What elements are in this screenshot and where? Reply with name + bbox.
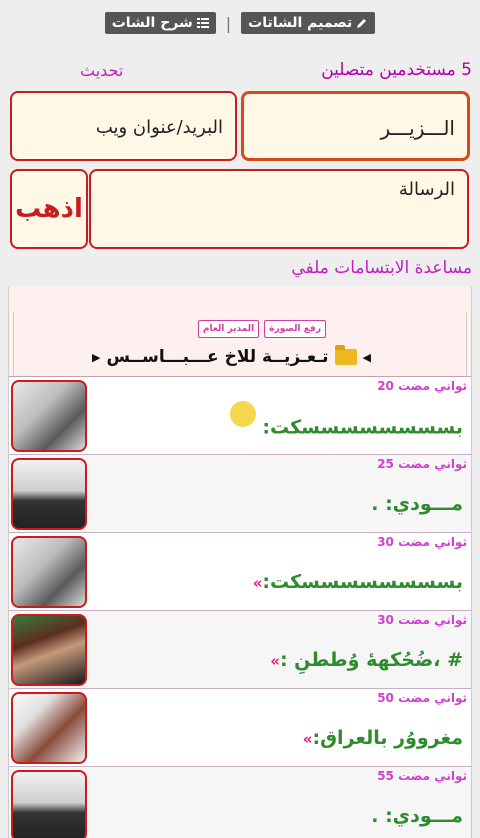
chat-explain-label: شرح الشات (111, 15, 193, 31)
smiley-icon (230, 401, 257, 427)
message-row: ثواني مضت 50 مغرووُر بالعراق:» (9, 689, 471, 767)
message-text: مـــودي: . (371, 493, 463, 515)
message-text-line: مغرووُر بالعراق:» (303, 727, 463, 749)
user-avatar[interactable] (11, 536, 87, 608)
topic-line: ◀ تـعـزيــة للاخ عـــبـــاســس ▶ (92, 345, 371, 367)
name-input[interactable]: الـــزيـــر (241, 91, 470, 161)
header-panel: رفع الصورة المدير العام ◀ تـعـزيــة للاخ… (9, 287, 471, 377)
user-avatar[interactable] (11, 614, 87, 686)
list-icon (196, 18, 209, 28)
message-input[interactable]: الرسالة (89, 169, 469, 249)
message-text-line: بسسسسسسسسكت: (230, 401, 463, 441)
topbar-separator: | (225, 13, 232, 33)
message-list: ثواني مضت 20 بسسسسسسسسكت: ثواني مضت 25 مـــ… (9, 377, 471, 838)
top-bar: تصميم الشاتات | شرح الشات (0, 8, 480, 38)
online-users-count: 5 مستخدمين متصلين (321, 60, 472, 80)
message-text: مـــودي: . (371, 805, 463, 827)
upload-photo-badge[interactable]: رفع الصورة (264, 320, 326, 338)
message-text: بسسسسسسسسكت: (262, 416, 463, 439)
email-input[interactable]: البريد/عنوان ويب (10, 91, 237, 161)
message-text: مغرووُر بالعراق: (312, 727, 463, 749)
badge-group: رفع الصورة المدير العام (197, 320, 326, 338)
chat-panel: رفع الصورة المدير العام ◀ تـعـزيــة للاخ… (8, 287, 472, 838)
admin-badge[interactable]: المدير العام (197, 320, 260, 338)
topic-text: تـعـزيــة للاخ عـــبـــاســس (106, 347, 329, 367)
message-text: بسسسسسسسسكت: (262, 571, 463, 593)
message-time: ثواني مضت 50 (377, 691, 467, 705)
message-row: ثواني مضت 30 بسسسسسسسسكت:» (9, 533, 471, 611)
user-avatar[interactable] (11, 380, 87, 452)
chat-explain-button[interactable]: شرح الشات (104, 12, 216, 34)
user-avatar[interactable] (11, 770, 87, 838)
pencil-icon (357, 19, 367, 28)
smiley-help-link[interactable]: مساعدة الابتسامات ملفي (291, 258, 472, 278)
quote-mark: » (302, 730, 313, 748)
message-time: ثواني مضت 20 (377, 379, 467, 393)
message-text-line: # ،ضُحُكههٔ وُططنِ :» (270, 649, 463, 671)
message-time: ثواني مضت 30 (377, 613, 467, 627)
chat-design-button[interactable]: تصميم الشاتات (241, 12, 376, 34)
message-row: ثواني مضت 55 مـــودي: . (9, 767, 471, 838)
chat-design-label: تصميم الشاتات (248, 15, 353, 31)
quote-mark: » (270, 652, 280, 670)
folder-icon (334, 345, 357, 365)
message-text-line: مـــودي: . (371, 493, 463, 515)
message-time: ثواني مضت 30 (377, 535, 467, 549)
message-text-line: مـــودي: . (371, 805, 463, 827)
message-row: ثواني مضت 25 مـــودي: . (9, 455, 471, 533)
message-text: # ،ضُحُكههٔ وُططنِ : (279, 649, 463, 671)
quote-mark: » (252, 574, 263, 592)
send-button[interactable]: اذهب (10, 169, 88, 249)
refresh-link[interactable]: تحديث (80, 61, 123, 80)
triangle-right-icon: ▶ (92, 350, 101, 364)
message-row: ثواني مضت 30 # ،ضُحُكههٔ وُططنِ :» (9, 611, 471, 689)
message-time: ثواني مضت 25 (377, 457, 467, 471)
message-text-line: بسسسسسسسسكت:» (253, 571, 463, 593)
triangle-left-icon: ◀ (362, 350, 371, 364)
user-avatar[interactable] (11, 458, 87, 530)
message-row: ثواني مضت 20 بسسسسسسسسكت: (9, 377, 471, 455)
message-time: ثواني مضت 55 (377, 769, 467, 783)
user-avatar[interactable] (11, 692, 87, 764)
